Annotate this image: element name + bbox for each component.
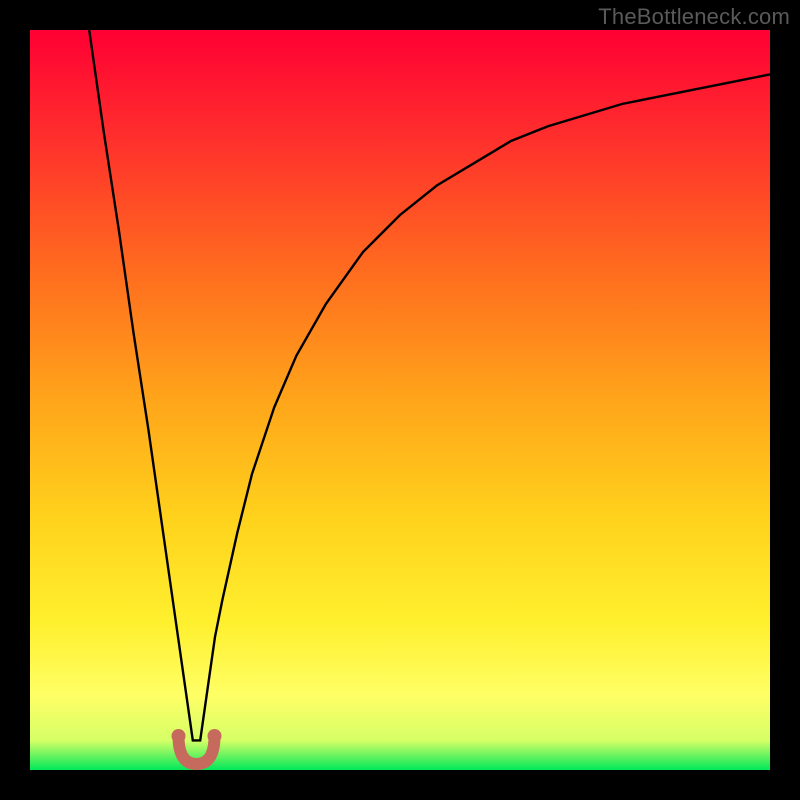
watermark-text: TheBottleneck.com bbox=[598, 4, 790, 30]
plot-area bbox=[30, 30, 770, 770]
gradient-background bbox=[30, 30, 770, 770]
chart-frame: TheBottleneck.com bbox=[0, 0, 800, 800]
chart-svg bbox=[30, 30, 770, 770]
